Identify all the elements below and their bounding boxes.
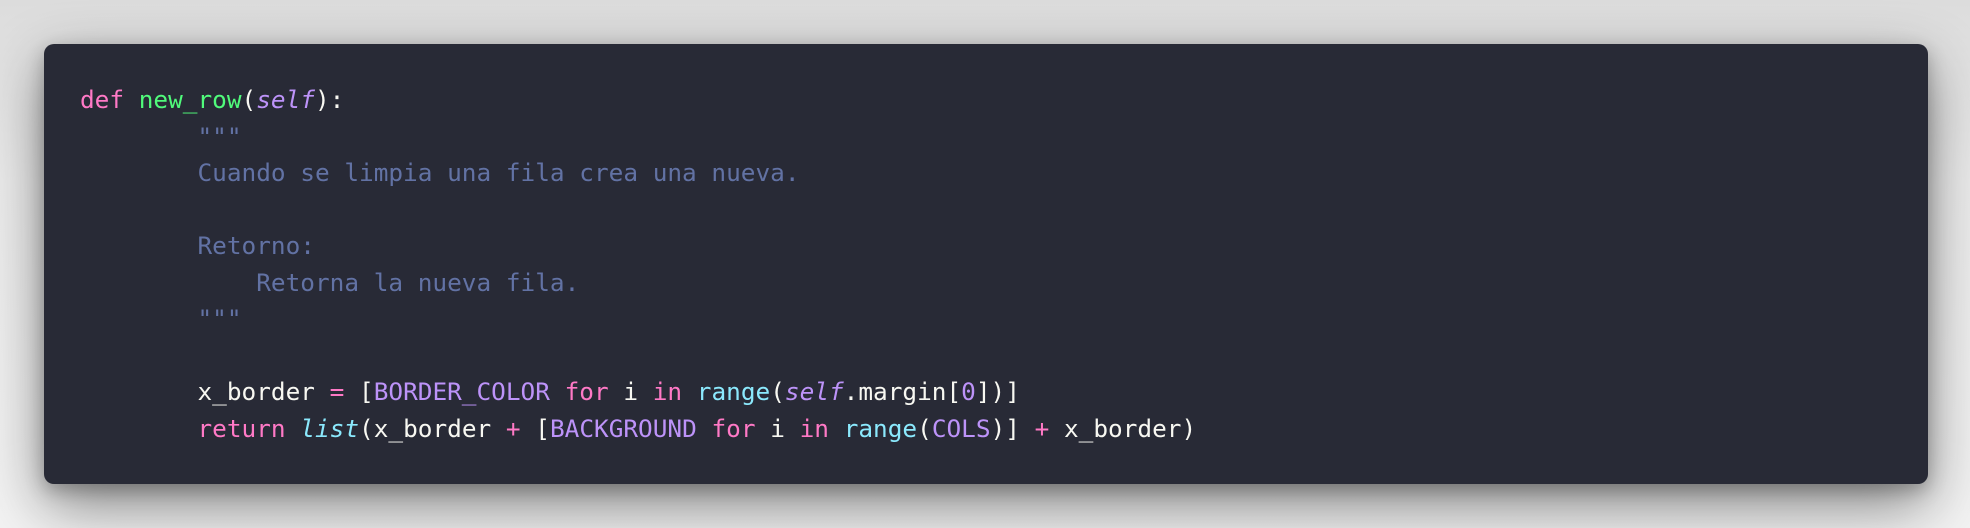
- code-token-plain: (: [241, 85, 257, 114]
- code-token-plain: [: [520, 413, 550, 443]
- code-token-builtin: range: [696, 377, 771, 406]
- code-token-plain: x_border: [80, 377, 330, 406]
- code-line: Retorna la nueva fila.: [80, 265, 1196, 302]
- code-block: def new_row(self): """ Cuando se limpia …: [80, 82, 1196, 447]
- code-line: """: [80, 119, 1196, 156]
- code-token-param: self: [784, 377, 844, 406]
- code-token-op: +: [1034, 413, 1050, 443]
- code-window: def new_row(self): """ Cuando se limpia …: [44, 44, 1928, 484]
- code-token-kw: return: [197, 413, 286, 443]
- code-token-plain: (x_border: [359, 413, 506, 443]
- code-token-builtin-it: list: [300, 413, 360, 443]
- code-token-plain: .margin[: [843, 377, 962, 406]
- code-token-plain: i: [608, 377, 653, 406]
- code-token-fn: new_row: [138, 85, 242, 114]
- code-token-builtin: range: [843, 413, 918, 443]
- code-line: x_border = [BORDER_COLOR for i in range(…: [80, 374, 1196, 411]
- code-token-kw: for: [711, 413, 756, 443]
- code-line: def new_row(self):: [80, 82, 1196, 119]
- code-token-plain: (: [770, 377, 785, 406]
- code-token-plain: [: [344, 377, 374, 406]
- code-token-op: =: [329, 377, 345, 406]
- code-token-kw: in: [652, 377, 683, 406]
- code-token-num: 0: [961, 377, 976, 406]
- code-token-op: +: [505, 413, 521, 443]
- code-token-plain: i: [755, 413, 800, 443]
- code-token-plain: )]: [990, 413, 1035, 443]
- code-token-doc: Retorno:: [80, 231, 315, 260]
- code-token-doc: """: [80, 121, 242, 151]
- code-token-doc: """: [80, 304, 242, 333]
- code-token-plain: ):: [314, 85, 345, 114]
- code-token-plain: ])]: [975, 377, 1020, 406]
- code-token-const: BACKGROUND: [549, 413, 697, 443]
- code-token-const: COLS: [931, 413, 991, 443]
- code-token-kw: in: [799, 413, 829, 443]
- code-token-doc: Retorna la nueva fila.: [80, 267, 580, 297]
- code-token-kw: def: [80, 85, 125, 114]
- code-token-const: BORDER_COLOR: [373, 377, 550, 406]
- code-token-plain: x_border): [1049, 413, 1197, 443]
- code-token-kw: for: [564, 377, 609, 406]
- code-token-plain: (: [917, 413, 932, 443]
- code-line: Cuando se limpia una fila crea una nueva…: [80, 155, 1196, 192]
- code-line: return list(x_border + [BACKGROUND for i…: [80, 411, 1196, 448]
- code-line: Retorno:: [80, 228, 1196, 265]
- code-token-param: self: [256, 85, 315, 114]
- code-token-doc: Cuando se limpia una fila crea una nueva…: [80, 158, 800, 187]
- code-line: """: [80, 301, 1196, 338]
